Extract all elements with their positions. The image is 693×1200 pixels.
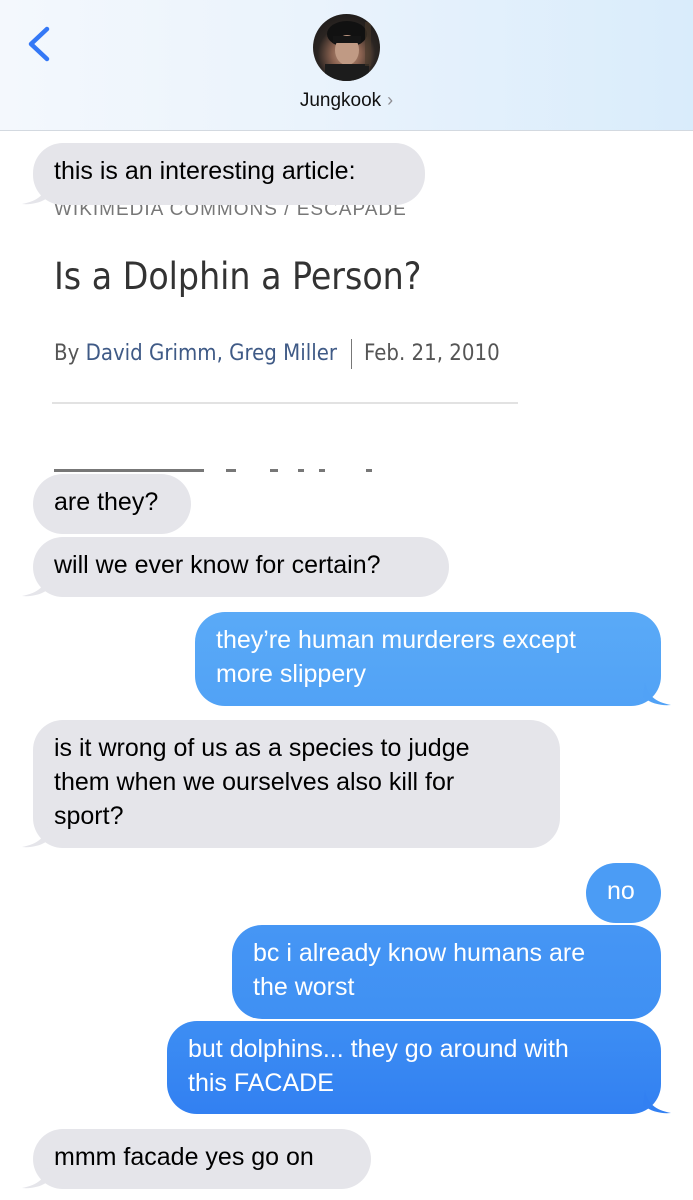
sent-message-bubble[interactable]: but dolphins... they go around with this… [167, 1021, 661, 1114]
chevron-left-icon [28, 26, 50, 62]
message-text: this is an interesting article: [54, 157, 356, 185]
message-text: no [607, 877, 635, 905]
received-message-bubble[interactable]: this is an interesting article: [33, 143, 425, 205]
message-text: mmm facade yes go on [54, 1143, 314, 1171]
message-text-line: bc i already know humans are [253, 939, 586, 967]
message-text: are they? [54, 488, 159, 516]
bubble-tail [643, 1090, 671, 1114]
conversation-header: Jungkook › [0, 0, 693, 131]
bubble-tail [22, 573, 50, 597]
message-text-line: them when we ourselves also kill for [54, 768, 455, 796]
message-text-line: more slippery [216, 660, 367, 688]
bubble-tail [22, 1165, 50, 1189]
article-date: Feb. 21, 2010 [364, 341, 500, 366]
chevron-right-icon: › [387, 90, 394, 110]
contact-name-label: Jungkook [299, 90, 382, 111]
contact-name[interactable]: Jungkook › [0, 90, 693, 112]
article-byline: By David Grimm, Greg Miller Feb. 21, 2010 [54, 339, 500, 369]
message-text: will we ever know for certain? [54, 551, 381, 579]
message-text-line: sport? [54, 802, 124, 830]
sent-message-bubble[interactable]: no [586, 863, 661, 923]
message-text-line: this FACADE [188, 1069, 334, 1097]
bubble-tail [22, 824, 50, 848]
message-text-line: but dolphins... they go around with [188, 1035, 569, 1063]
bubble-tail [643, 682, 671, 706]
sent-message-bubble[interactable]: they’re human murderers except more slip… [195, 612, 661, 706]
received-message-bubble[interactable]: is it wrong of us as a species to judge … [33, 720, 560, 848]
article-authors[interactable]: David Grimm, Greg Miller [86, 341, 337, 366]
received-message-bubble[interactable]: will we ever know for certain? [33, 537, 449, 597]
message-text-line: is it wrong of us as a species to judge [54, 734, 470, 762]
received-message-bubble[interactable]: mmm facade yes go on [33, 1129, 371, 1189]
article-divider [52, 402, 518, 404]
sent-message-bubble[interactable]: bc i already know humans are the worst [232, 925, 661, 1019]
avatar[interactable] [313, 14, 380, 81]
bubble-tail [22, 181, 50, 205]
back-button[interactable] [22, 24, 56, 64]
article-title: Is a Dolphin a Person? [54, 255, 422, 298]
message-text-line: they’re human murderers except [216, 626, 576, 654]
message-text-line: the worst [253, 973, 355, 1001]
article-text-fragment [54, 469, 372, 472]
byline-divider [351, 339, 353, 369]
received-message-bubble[interactable]: are they? [33, 474, 191, 534]
byline-prefix: By [54, 341, 80, 366]
